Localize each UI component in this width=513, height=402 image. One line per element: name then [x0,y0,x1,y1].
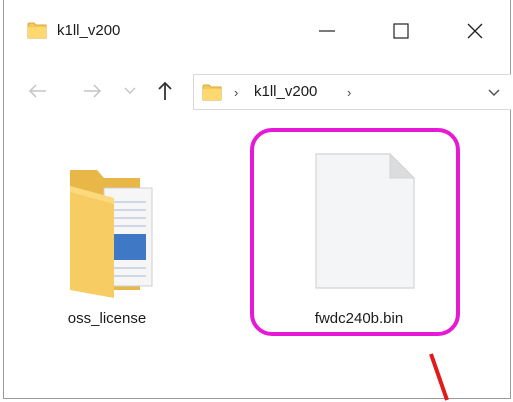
folder-icon [70,170,153,298]
close-icon [467,23,483,39]
minimize-button[interactable] [304,14,350,48]
up-button[interactable] [154,80,176,102]
forward-button[interactable] [80,80,104,102]
navigation-bar: › k1ll_v200 › [4,64,511,120]
breadcrumb-item[interactable]: k1ll_v200 [254,83,317,100]
file-list-area[interactable]: oss_license fwdc240b.bin [4,120,510,401]
arrow-right-icon [84,84,102,98]
pointer-arrow-icon [429,353,449,401]
recent-locations-button[interactable] [123,80,137,102]
folder-item[interactable]: oss_license [42,160,172,330]
title-bar[interactable]: k1ll_v200 [4,0,510,64]
arrow-left-icon [28,84,46,98]
close-button[interactable] [452,14,498,48]
folder-icon [27,22,47,39]
address-bar[interactable]: › k1ll_v200 › [193,74,511,110]
back-button[interactable] [26,80,50,102]
chevron-down-icon[interactable] [486,87,502,99]
maximize-button[interactable] [378,14,424,48]
breadcrumb-separator[interactable]: › [234,85,238,100]
breadcrumb-separator[interactable]: › [347,85,351,100]
minimize-icon [319,30,335,32]
chevron-down-icon [124,87,136,94]
maximize-icon [393,23,409,39]
arrow-up-icon [158,81,172,100]
window-title: k1ll_v200 [57,22,121,39]
explorer-window: k1ll_v200 › k1ll_v200 › oss_license fwdc… [3,0,511,401]
folder-icon [202,84,222,101]
highlight-outline [250,128,460,336]
file-name-label: oss_license [67,310,147,327]
